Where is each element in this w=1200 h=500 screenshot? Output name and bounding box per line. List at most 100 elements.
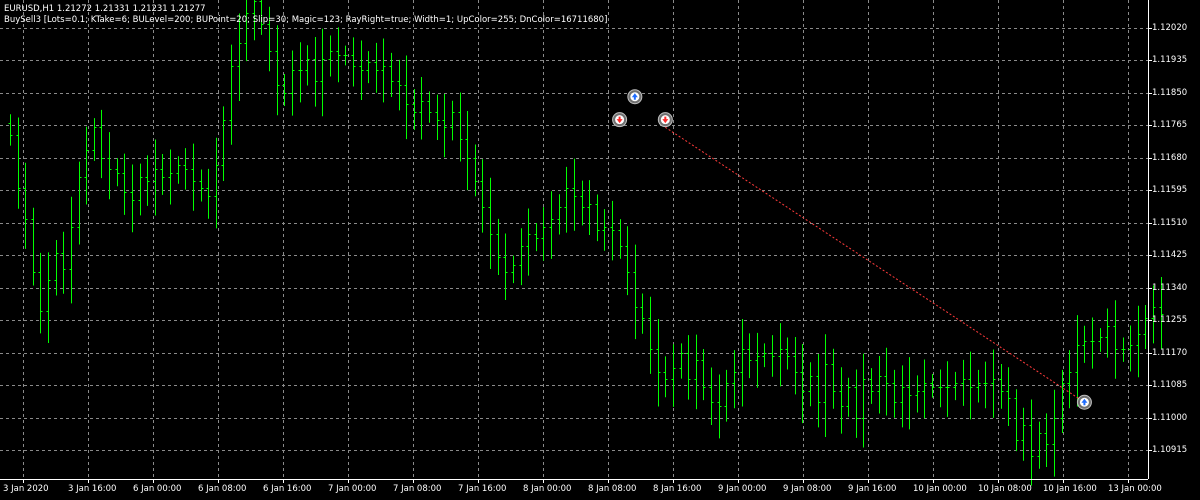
ohlc-bar [336,27,341,83]
buy-arrow-icon[interactable] [1076,394,1092,410]
ohlc-bar [328,35,333,77]
ohlc-bar [1075,315,1080,407]
time-tick-label: 3 Jan 2020 [3,484,49,494]
ohlc-bar [740,318,745,407]
trade-connection-line[interactable] [665,126,1085,403]
ohlc-bar [564,166,569,233]
time-tick-label: 8 Jan 00:00 [523,484,572,494]
ohlc-bar [686,335,691,400]
ohlc-bar [694,334,699,410]
ohlc-bar [778,323,783,387]
ohlc-bar [351,37,356,87]
ohlc-bar [229,44,234,145]
ohlc-bar [107,132,112,200]
ohlc-bar [366,51,371,84]
ohlc-bar [983,361,988,409]
ohlc-bar [1067,350,1072,409]
ohlc-bar [846,377,851,417]
sell-arrow-icon[interactable] [612,112,628,128]
time-tick-label: 10 Jan 16:00 [1043,484,1097,494]
chart-window[interactable]: EURUSD,H1 1.21272 1.21331 1.21231 1.2127… [0,0,1200,500]
ohlc-bar [1128,325,1133,372]
ohlc-bar [244,0,249,62]
ohlc-bar [503,233,508,300]
ohlc-bar [1136,305,1141,378]
ohlc-bar [938,369,943,408]
symbol-info: EURUSD,H1 1.21272 1.21331 1.21231 1.2127… [4,4,206,14]
ohlc-bar [877,356,882,414]
price-tick-label: 1.11425 [1152,250,1188,261]
time-tick-label: 9 Jan 00:00 [718,484,767,494]
ohlc-bar [404,55,409,140]
ohlc-bars [8,0,1164,486]
ohlc-bar [816,353,821,428]
ohlc-bar [419,76,424,140]
ohlc-bar [176,156,181,184]
ohlc-bar [115,158,120,187]
ohlc-bar [1105,308,1110,358]
ohlc-bar [747,333,752,379]
ohlc-bar [1090,317,1095,369]
ohlc-bar [168,149,173,205]
ohlc-bar [663,356,668,398]
ohlc-bar [275,25,280,116]
sell-arrow-icon[interactable] [657,112,673,128]
ohlc-bar [496,218,501,276]
buy-arrow-icon[interactable] [627,89,643,105]
ohlc-bar [69,196,74,304]
ohlc-bar [808,362,813,407]
ohlc-bar [427,91,432,123]
price-chart[interactable] [0,0,1200,500]
ohlc-bar [23,162,28,249]
ohlc-bar [968,351,973,420]
ohlc-bar [724,369,729,422]
time-tick-label: 7 Jan 08:00 [393,484,442,494]
price-tick-label: 1.10915 [1152,444,1188,455]
ohlc-bar [861,353,866,448]
ohlc-bar [580,180,585,226]
ohlc-bar [884,347,889,416]
ohlc-bar [61,231,66,294]
ohlc-bar [31,207,36,286]
ohlc-bar [633,244,638,340]
price-tick-label: 1.11510 [1152,217,1188,228]
ohlc-bar [8,114,13,146]
price-tick-label: 1.11595 [1152,185,1188,196]
time-tick-label: 9 Jan 16:00 [848,484,897,494]
ohlc-bar [320,28,325,117]
ohlc-bar [557,194,562,235]
ohlc-bar [206,168,211,219]
ohlc-bar [999,363,1004,409]
time-tick-label: 13 Jan 00:00 [1108,484,1162,494]
ohlc-bar [160,153,165,195]
ohlc-bar [221,106,226,181]
time-tick-label: 7 Jan 00:00 [328,484,377,494]
time-tick-label: 6 Jan 00:00 [133,484,182,494]
ohlc-bar [1044,413,1049,467]
trade-objects[interactable] [612,89,1092,410]
ohlc-bar [526,208,531,276]
ohlc-bar [640,293,645,334]
ohlc-bar [313,37,318,107]
ohlc-bar [1082,325,1087,363]
ohlc-bar [138,163,143,216]
ohlc-bar [191,143,196,211]
ohlc-bar [458,92,463,162]
ohlc-bar [1021,407,1026,461]
ohlc-bar [534,222,539,252]
ohlc-bar [1029,399,1034,486]
time-tick-label: 9 Jan 08:00 [783,484,832,494]
ohlc-bar [16,117,21,209]
ohlc-bar [122,153,127,215]
ohlc-bar [549,191,554,259]
ohlc-bar [480,159,485,233]
indicator-info: BuySell3 [Lots=0.1; KTake=6; BULevel=200… [4,15,608,25]
ohlc-bar [199,169,204,202]
ohlc-bar [511,255,516,284]
ohlc-bar [915,375,920,413]
ohlc-bar [99,109,104,179]
ohlc-bar [153,139,158,216]
price-tick-label: 1.12020 [1152,23,1188,33]
ohlc-bar [922,359,927,419]
ohlc-bar [770,335,775,377]
